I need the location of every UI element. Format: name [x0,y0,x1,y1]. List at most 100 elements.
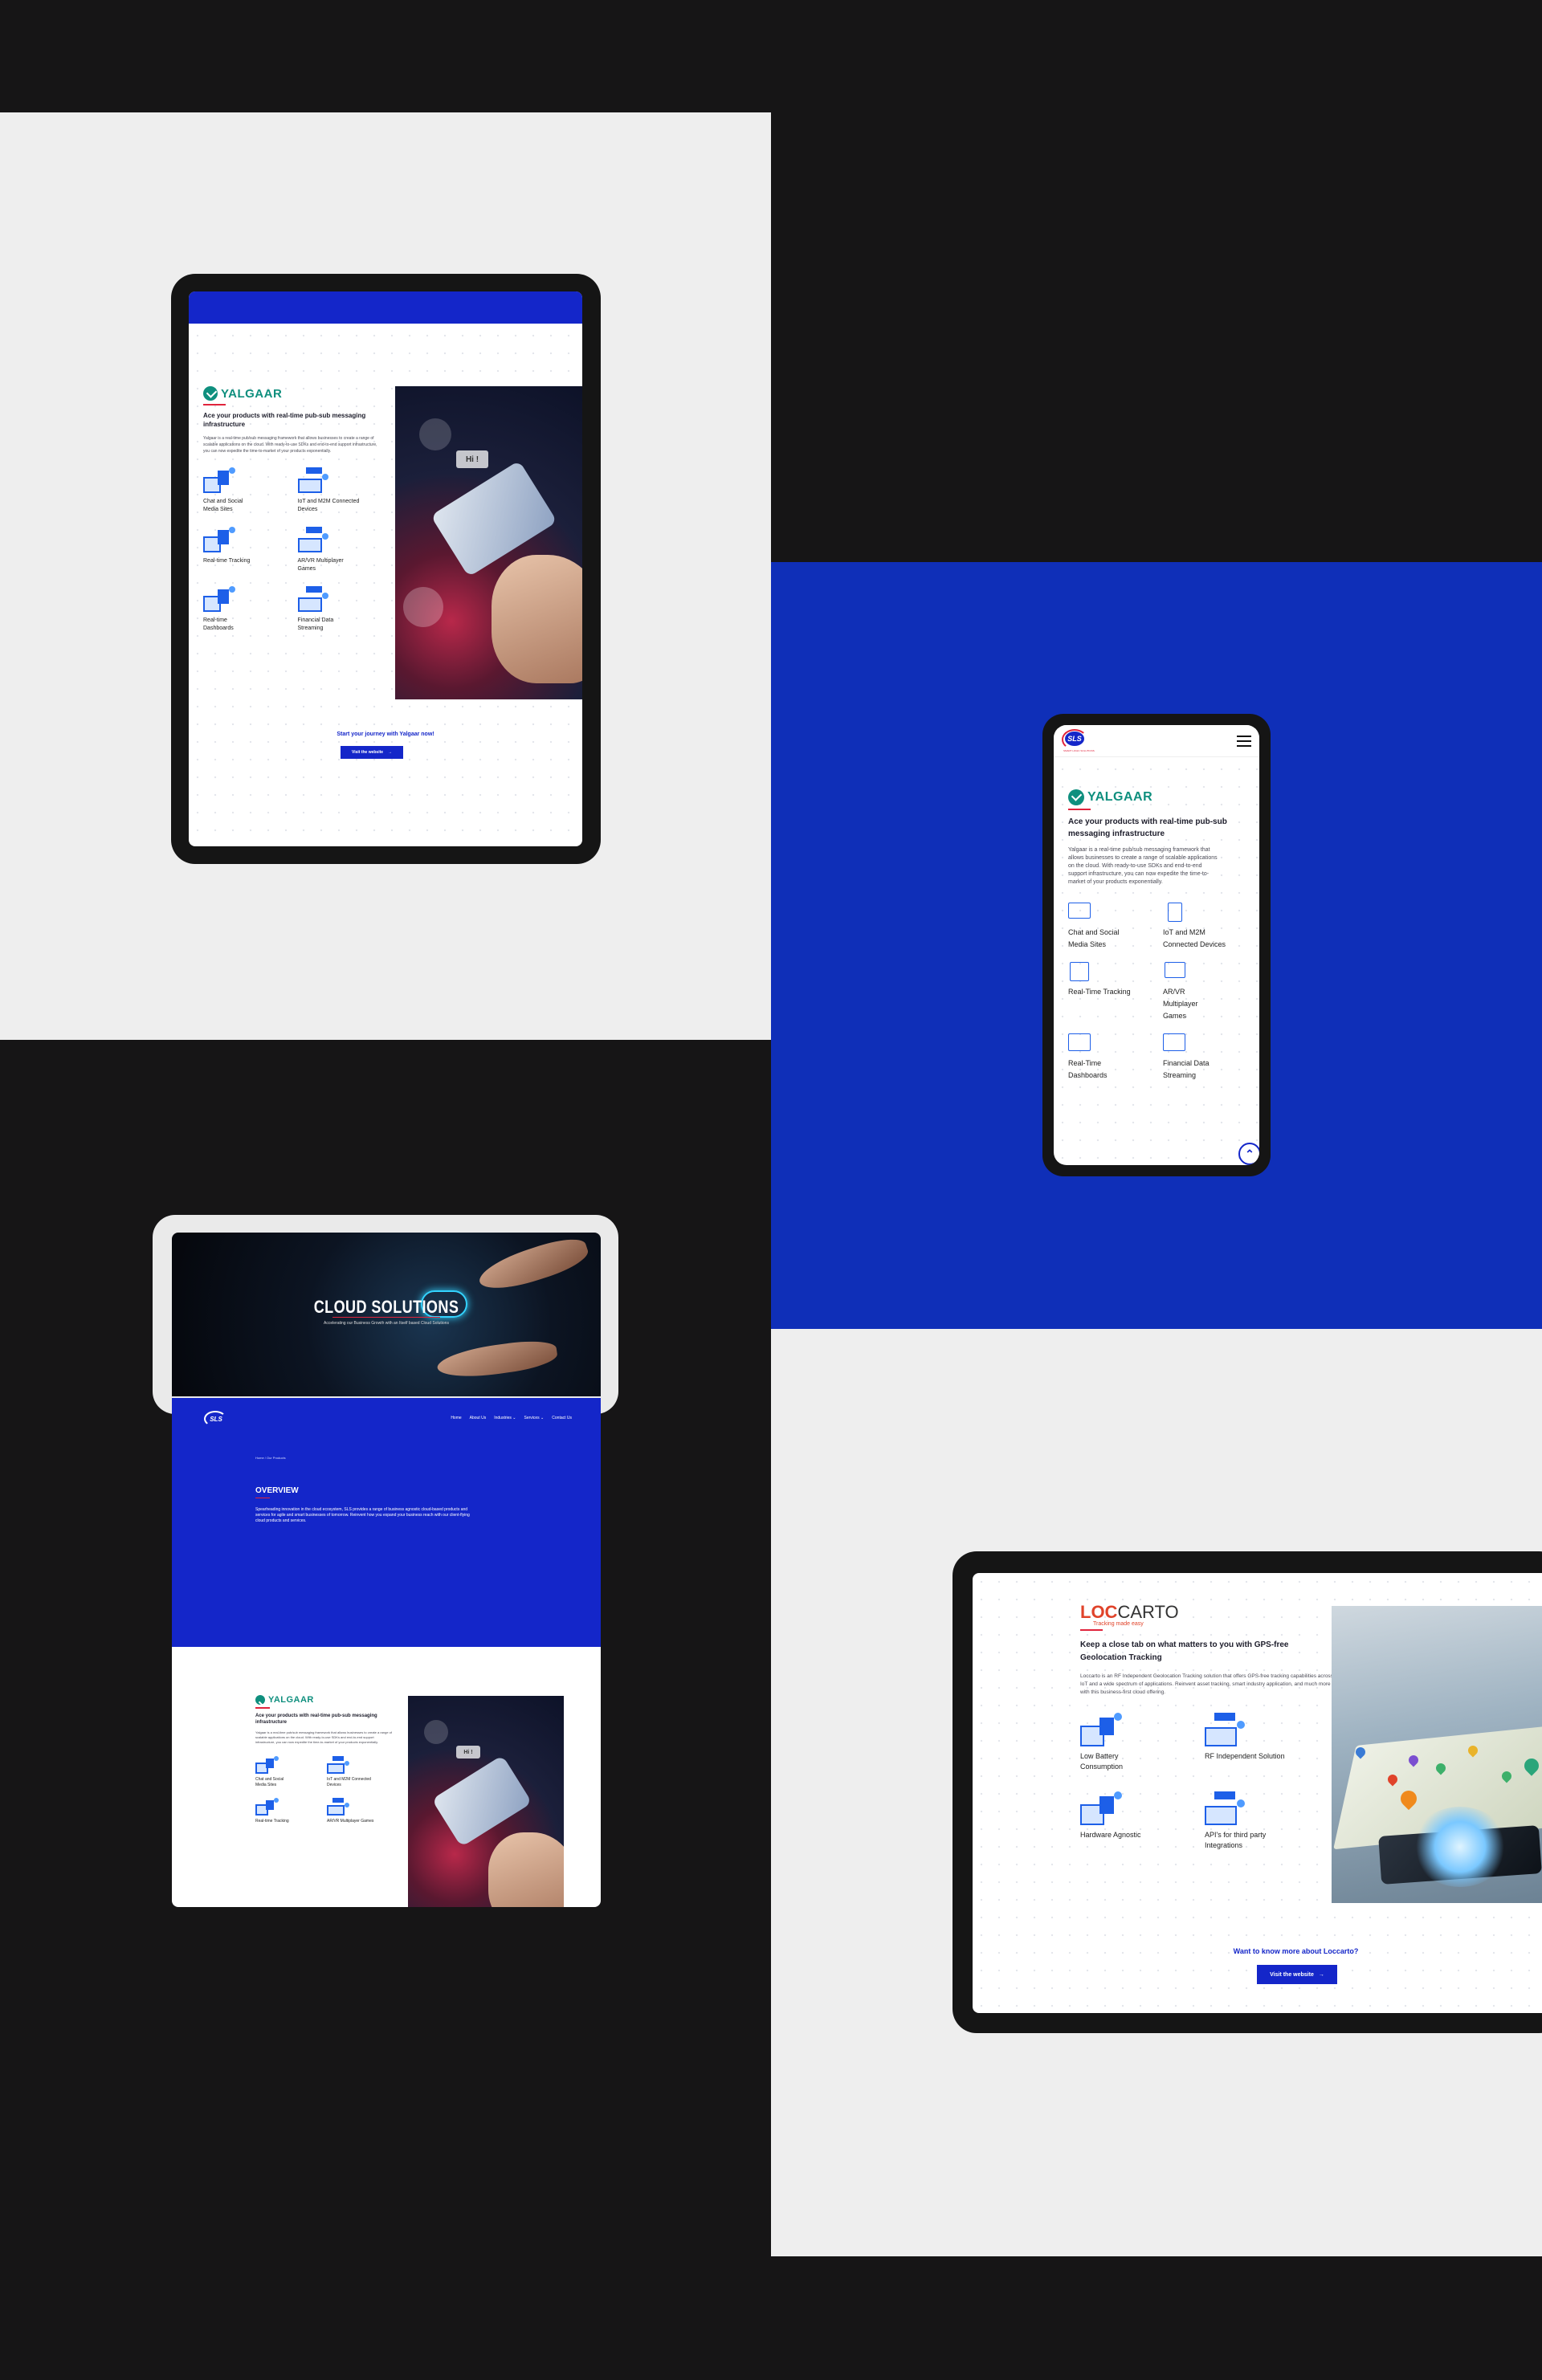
glow [1412,1807,1508,1887]
yalgaar-logo-icon [255,1695,265,1705]
hero-subtitle: Accelerating our Business Growth with an… [324,1321,449,1326]
feature-item: IoT and M2M Connected Devices [327,1756,392,1788]
tracking-icon [1068,962,1092,983]
rf-signal-icon [1205,1713,1248,1746]
feature-grid: Chat and Social Media Sites IoT and M2M … [255,1756,392,1824]
headline: Keep a close tab on what matters to you … [1080,1640,1289,1662]
feature-grid: Chat and Social Media Sites IoT and M2M … [203,467,384,633]
iot-devices-icon [327,1756,351,1774]
feature-label: Real-time Tracking [255,1819,289,1824]
main-nav: Home About Us Industries ⌄ Services ⌄ Co… [451,1416,572,1420]
logo-carto-text: CARTO [1117,1602,1179,1622]
feature-label: Real-Time Tracking [1068,988,1131,996]
hero-title: CLOUD SOLUTIONS [313,1297,459,1317]
battery-icon [1080,1713,1124,1746]
tablet-loccarto: LOC CARTO Tracking made easy Keep a clos… [953,1551,1542,2033]
feature-label: Real-Time Dashboards [1068,1059,1108,1079]
phone-content: YALGAAR Ace your products with real-time… [1068,789,1246,1082]
feature-label: Hardware Agnostic [1080,1831,1141,1839]
feature-item: Real-time Tracking [203,527,290,573]
feature-item: IoT and M2M Connected Devices [1163,903,1246,951]
feature-label: Chat and Social Media Sites [203,499,243,512]
headline: Ace your products with real-time pub-sub… [255,1714,377,1725]
tablet-yalgaar: YALGAAR Ace your products with real-time… [171,274,601,864]
finance-icon [297,586,330,612]
feature-label: Real-time Dashboards [203,617,234,631]
feature-item: AR/VR Multiplayer Games [297,527,385,573]
hand [492,555,582,683]
iot-devices-icon [297,467,330,493]
accent-line [203,404,226,405]
feature-item: API's for third party Integrations [1205,1791,1313,1851]
feature-label: AR/VR Multiplayer Games [1163,988,1198,1020]
headline: Ace your products with real-time pub-sub… [203,412,366,428]
dashboard-icon [203,586,235,612]
feature-item: IoT and M2M Connected Devices [297,467,385,514]
vr-games-icon [327,1798,351,1816]
nav-contact[interactable]: Contact Us [552,1416,572,1420]
chevron-up-icon: ⌃ [1245,1147,1254,1160]
iot-devices-icon [1163,903,1187,923]
yalgaar-logo[interactable]: YALGAAR [1068,789,1246,805]
feature-grid: Chat and Social Media Sites IoT and M2M … [1068,903,1246,1082]
loccarto-logo[interactable]: LOC CARTO [1080,1602,1179,1623]
feature-label: Financial Data Streaming [1163,1059,1210,1079]
visit-website-button[interactable]: Visit the website → [1257,1965,1337,1984]
feature-item: Low Battery Consumption [1080,1713,1189,1772]
overview-text: Spearheading innovation in the cloud eco… [255,1507,470,1523]
feature-label: IoT and M2M Connected Devices [327,1777,371,1787]
tablet-yalgaar-screen: YALGAAR Ace your products with real-time… [189,291,582,846]
api-icon [1205,1791,1248,1825]
feature-item: Real-time Tracking [255,1798,320,1824]
nav-about[interactable]: About Us [470,1416,487,1420]
map-photo [1332,1606,1542,1903]
sls-logo[interactable]: SLS [1065,732,1084,746]
nav-home[interactable]: Home [451,1416,461,1420]
accent-line [332,1317,440,1318]
vr-games-icon [1163,962,1187,983]
yalgaar-logo[interactable]: YALGAAR [203,386,384,401]
overview-section: SLS Home About Us Industries ⌄ Services … [172,1398,601,1647]
hand [488,1832,564,1907]
feature-label: API's for third party Integrations [1205,1831,1267,1849]
feature-item: Real-Time Dashboards [1068,1033,1152,1082]
feature-item: Real-time Dashboards [203,586,290,633]
feature-label: Chat and Social Media Sites [255,1777,284,1787]
scroll-top-button[interactable]: ⌃ [1238,1143,1259,1165]
button-label: Visit the website [351,750,384,755]
nav-industries[interactable]: Industries ⌄ [494,1416,516,1420]
nav-services[interactable]: Services ⌄ [524,1416,545,1420]
feature-item: Chat and Social Media Sites [1068,903,1152,951]
tablet-cloud-solutions: CLOUD SOLUTIONS Accelerating our Busines… [153,1215,618,1414]
feature-label: IoT and M2M Connected Devices [1163,928,1226,948]
yalgaar-logo[interactable]: YALGAAR [255,1695,392,1705]
hamburger-menu-icon[interactable] [1237,736,1251,747]
sls-logo[interactable]: SLS [207,1412,225,1425]
cta-text[interactable]: Start your journey with Yalgaar now! [189,732,582,737]
tracking-icon [203,527,235,552]
logo-tagline: Tracking made easy [1093,1621,1144,1627]
chat-devices-icon [1068,903,1092,923]
visit-website-button[interactable]: Visit the website → [341,746,403,759]
yalgaar-logo-text: YALGAAR [268,1695,314,1705]
feature-item: Chat and Social Media Sites [255,1756,320,1788]
tracking-icon [255,1798,279,1816]
feature-grid: Low Battery Consumption RF Independent S… [1080,1713,1313,1851]
hardware-icon [1080,1791,1124,1825]
feature-label: Low Battery Consumption [1080,1752,1124,1771]
hand-top [475,1233,592,1298]
feature-label: AR/VR Multiplayer Games [327,1819,374,1824]
feature-item: AR/VR Multiplayer Games [1163,962,1246,1022]
feature-label: RF Independent Solution [1205,1752,1285,1760]
logo-loc-text: LOC [1080,1602,1118,1622]
feature-label: Real-time Tracking [203,558,251,564]
description: Yalgaar is a real-time pub/sub messaging… [1068,847,1218,885]
yalgaar-content: YALGAAR Ace your products with real-time… [255,1695,392,1824]
cta-text[interactable]: Want to know more about Loccarto? [973,1947,1542,1955]
breadcrumb[interactable]: Home / Our Products [255,1456,286,1460]
description: Yalgaar is a real-time pub/sub messaging… [203,436,377,454]
feature-item: RF Independent Solution [1205,1713,1313,1772]
dashboard-icon [1068,1033,1092,1054]
header-bar [189,291,582,324]
web-page-screenshot: SLS Home About Us Industries ⌄ Services … [172,1398,601,1907]
